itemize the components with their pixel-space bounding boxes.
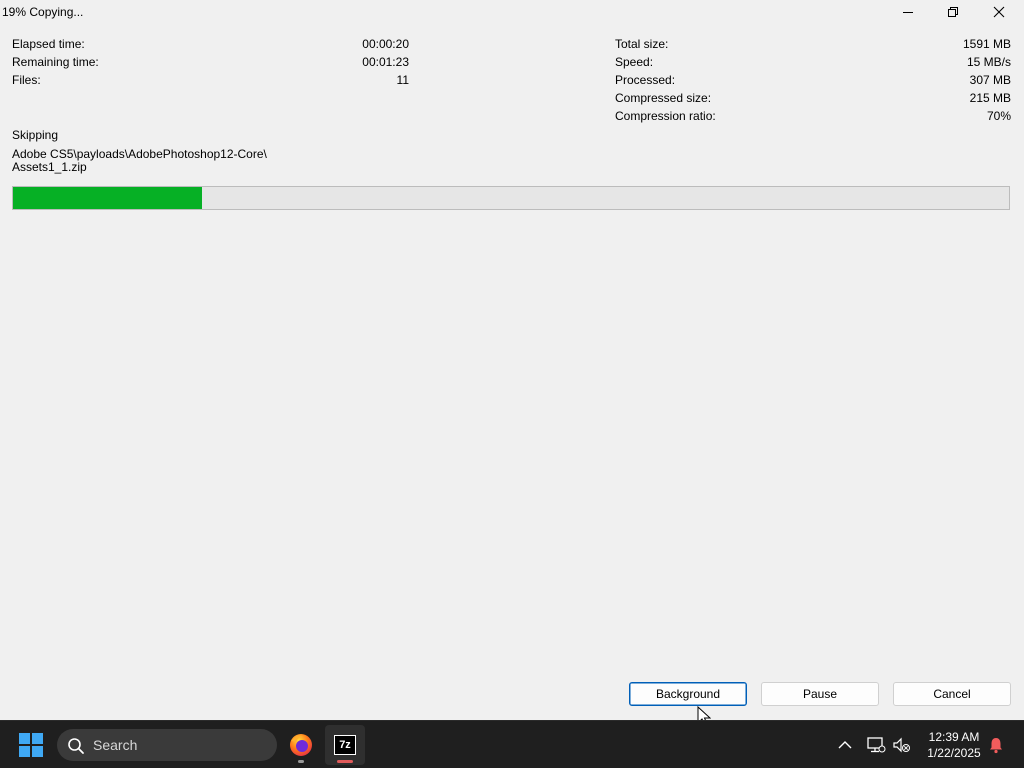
speed-label: Speed: bbox=[615, 55, 654, 69]
progress-window: 19% Copying... Elapsed time: 00:00:20 Re… bbox=[0, 0, 1024, 727]
progress-bar-fill bbox=[13, 187, 203, 209]
show-hidden-icons-button[interactable] bbox=[835, 735, 855, 755]
start-button[interactable] bbox=[18, 732, 44, 758]
total-size-label: Total size: bbox=[615, 37, 669, 51]
firefox-icon bbox=[290, 734, 312, 756]
volume-tray-button[interactable] bbox=[892, 735, 912, 755]
cancel-button[interactable]: Cancel bbox=[893, 682, 1011, 706]
volume-muted-icon bbox=[893, 737, 910, 753]
bell-icon bbox=[990, 738, 1002, 754]
7zip-icon: 7z bbox=[334, 735, 356, 755]
title-bar[interactable]: 19% Copying... bbox=[0, 0, 1024, 24]
taskbar-search[interactable]: Search bbox=[57, 729, 277, 761]
search-placeholder: Search bbox=[93, 737, 138, 753]
files-label: Files: bbox=[12, 73, 41, 87]
7zip-active-indicator bbox=[337, 760, 353, 763]
speed-value: 15 MB/s bbox=[966, 55, 1011, 69]
processed-label: Processed: bbox=[615, 73, 676, 87]
compression-ratio-value: 70% bbox=[986, 109, 1011, 123]
compressed-size-value: 215 MB bbox=[969, 91, 1011, 105]
window-title: 19% Copying... bbox=[2, 5, 84, 19]
current-file-path-line2: Assets1_1.zip bbox=[12, 160, 87, 174]
pause-button[interactable]: Pause bbox=[761, 682, 879, 706]
network-icon bbox=[867, 737, 886, 753]
total-size-value: 1591 MB bbox=[962, 37, 1011, 51]
restore-icon bbox=[948, 7, 958, 17]
remaining-time-label: Remaining time: bbox=[12, 55, 99, 69]
close-button[interactable] bbox=[976, 0, 1022, 24]
compression-ratio-label: Compression ratio: bbox=[615, 109, 716, 123]
status-label: Skipping bbox=[12, 128, 59, 142]
firefox-running-indicator bbox=[298, 760, 304, 763]
taskbar-app-firefox[interactable] bbox=[281, 725, 321, 765]
processed-value: 307 MB bbox=[969, 73, 1011, 87]
network-tray-button[interactable] bbox=[866, 735, 886, 755]
clock-time: 12:39 AM bbox=[928, 730, 980, 744]
elapsed-time-value: 00:00:20 bbox=[362, 37, 409, 51]
taskbar-app-7zip[interactable]: 7z bbox=[325, 725, 365, 765]
notifications-button[interactable] bbox=[986, 735, 1006, 755]
files-value: 11 bbox=[396, 73, 409, 87]
current-file-path: Adobe CS5\payloads\AdobePhotoshop12-Core… bbox=[12, 148, 312, 174]
close-icon bbox=[993, 6, 1005, 18]
windows-logo-icon bbox=[19, 733, 43, 757]
remaining-time-value: 00:01:23 bbox=[362, 55, 409, 69]
search-icon bbox=[68, 738, 84, 754]
progress-bar bbox=[12, 186, 1010, 210]
taskbar-clock[interactable]: 12:39 AM 1/22/2025 bbox=[920, 729, 988, 761]
chevron-up-icon bbox=[838, 741, 852, 749]
minimize-icon bbox=[903, 12, 913, 13]
compressed-size-label: Compressed size: bbox=[615, 91, 712, 105]
background-button[interactable]: Background bbox=[629, 682, 747, 706]
restore-button[interactable] bbox=[930, 0, 976, 24]
taskbar: Search 7z 12:39 AM 1/22/2025 bbox=[0, 720, 1024, 768]
clock-date: 1/22/2025 bbox=[927, 746, 981, 760]
minimize-button[interactable] bbox=[885, 0, 931, 24]
elapsed-time-label: Elapsed time: bbox=[12, 37, 85, 51]
